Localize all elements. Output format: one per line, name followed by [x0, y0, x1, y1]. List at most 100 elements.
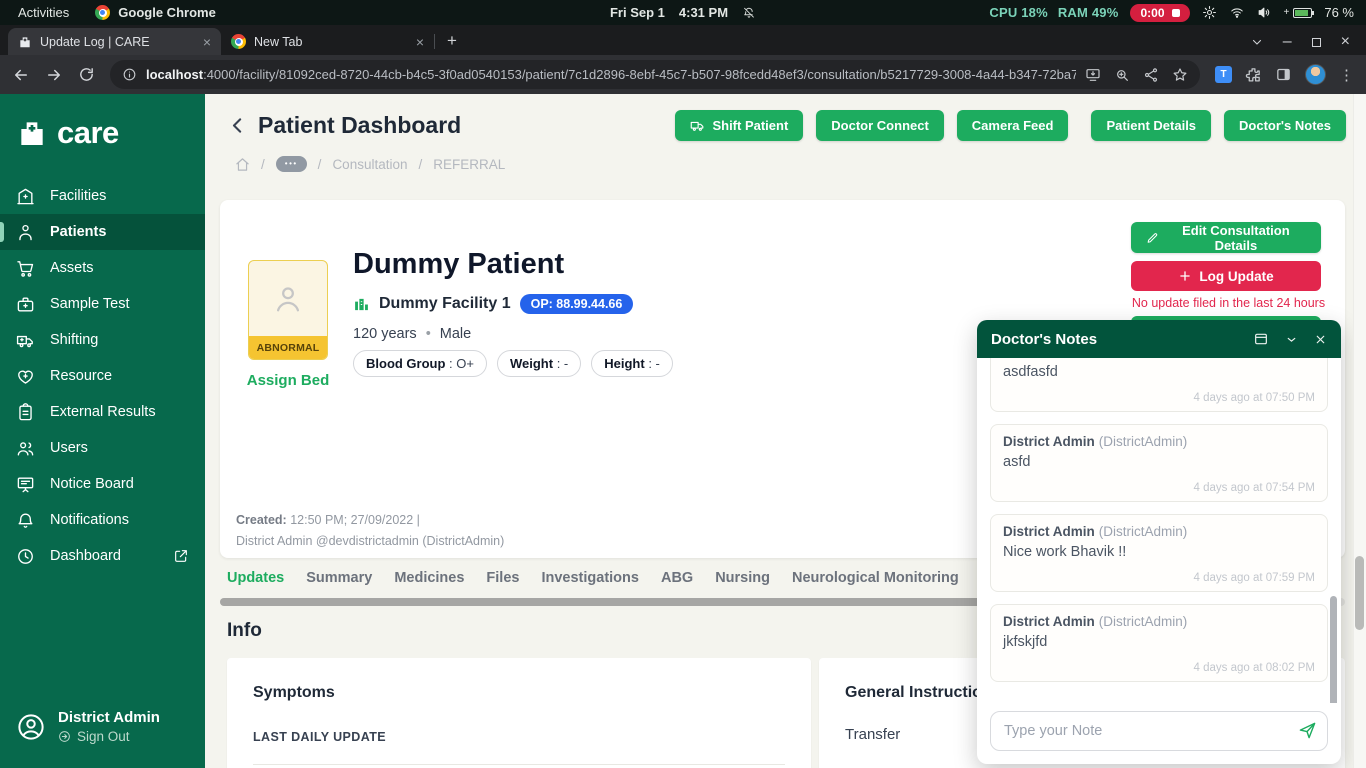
breadcrumb-ellipsis[interactable]: •••: [276, 156, 307, 172]
warning-text: No update filed in the last 24 hours: [1132, 296, 1325, 310]
collapse-chevron-icon[interactable]: [1285, 333, 1298, 346]
address-bar[interactable]: localhost:4000/facility/81092ced-8720-44…: [110, 60, 1200, 89]
tab-abg[interactable]: ABG: [661, 570, 693, 586]
tab-neurological-monitoring[interactable]: Neurological Monitoring: [792, 570, 959, 586]
edit-consultation-button[interactable]: Edit Consultation Details: [1131, 222, 1321, 253]
site-info-icon[interactable]: [122, 67, 137, 82]
install-app-icon[interactable]: [1085, 67, 1101, 83]
sidebar-item-notice-board[interactable]: Notice Board: [0, 466, 205, 502]
screen-recording-indicator[interactable]: 0:00: [1130, 4, 1189, 22]
notes-message-list[interactable]: asdfasfd 4 days ago at 07:50 PM District…: [977, 358, 1341, 703]
breadcrumb-separator: /: [261, 157, 265, 172]
care-logo[interactable]: care: [0, 94, 205, 152]
log-update-button[interactable]: Log Update: [1131, 261, 1321, 291]
note-text: asdfasfd: [1003, 364, 1315, 380]
sidebar-item-sample-test[interactable]: Sample Test: [0, 286, 205, 322]
reload-button[interactable]: [78, 66, 95, 83]
shift-patient-button[interactable]: Shift Patient: [675, 110, 803, 141]
recording-time: 0:00: [1140, 6, 1164, 20]
scrollbar-thumb[interactable]: [220, 598, 1053, 606]
translate-icon[interactable]: T: [1215, 66, 1232, 83]
send-note-icon[interactable]: [1298, 721, 1317, 740]
op-number-badge: OP: 88.99.44.66: [520, 294, 634, 314]
doctors-notes-header[interactable]: Doctor's Notes: [977, 320, 1341, 358]
info-heading: Info: [227, 620, 262, 642]
doctor-connect-button[interactable]: Doctor Connect: [816, 110, 944, 141]
doctors-notes-button[interactable]: Doctor's Notes: [1224, 110, 1346, 141]
sidebar-item-shifting[interactable]: Shifting: [0, 322, 205, 358]
extensions-puzzle-icon[interactable]: [1245, 66, 1262, 83]
battery-icon[interactable]: [1293, 8, 1312, 18]
network-icon[interactable]: [1229, 6, 1245, 20]
sidebar-item-patients[interactable]: Patients: [0, 214, 205, 250]
share-icon[interactable]: [1143, 67, 1159, 83]
sidebar-item-notifications[interactable]: Notifications: [0, 502, 205, 538]
clock[interactable]: Fri Sep 1 4:31 PM: [610, 5, 756, 20]
tab-investigations[interactable]: Investigations: [541, 570, 639, 586]
sidebar-item-label: External Results: [50, 404, 156, 420]
page-vertical-scrollbar[interactable]: [1353, 94, 1366, 768]
back-chevron-button[interactable]: [227, 115, 248, 136]
breadcrumb: / ••• / Consultation / REFERRAL: [235, 156, 505, 172]
bookmark-star-icon[interactable]: [1172, 67, 1188, 83]
focused-app[interactable]: Google Chrome: [95, 5, 216, 20]
window-maximize-button[interactable]: [1312, 38, 1321, 47]
medical-case-icon: [16, 295, 35, 314]
sign-out-button[interactable]: Sign Out: [58, 729, 160, 744]
breadcrumb-consultation[interactable]: Consultation: [332, 157, 407, 172]
expand-window-icon[interactable]: [1253, 331, 1269, 347]
window-minimize-button[interactable]: –: [1283, 33, 1292, 51]
breadcrumb-separator: /: [318, 157, 322, 172]
clock-date: Fri Sep 1: [610, 5, 665, 20]
sidebar-item-dashboard[interactable]: Dashboard: [0, 538, 205, 574]
home-icon[interactable]: [235, 157, 250, 172]
tab-summary[interactable]: Summary: [306, 570, 372, 586]
sidebar: care Facilities Patients Assets Sample: [0, 94, 205, 768]
tab-new-tab[interactable]: New Tab ×: [221, 28, 434, 55]
camera-feed-button[interactable]: Camera Feed: [957, 110, 1069, 141]
tab-close-icon[interactable]: ×: [203, 34, 211, 50]
notes-scrollbar-thumb[interactable]: [1330, 596, 1337, 703]
system-monitor[interactable]: CPU 18% RAM 49%: [989, 5, 1118, 20]
menu-dots-icon[interactable]: ⋮: [1339, 66, 1354, 84]
button-label: Patient Details: [1106, 118, 1196, 133]
sidebar-item-external-results[interactable]: External Results: [0, 394, 205, 430]
tab-nursing[interactable]: Nursing: [715, 570, 770, 586]
chip-value: : O+: [445, 356, 474, 371]
settings-gear-icon[interactable]: [1202, 5, 1217, 20]
volume-icon[interactable]: [1257, 5, 1272, 20]
sidebar-item-users[interactable]: Users: [0, 430, 205, 466]
profile-avatar[interactable]: [1305, 64, 1326, 85]
main-content: Patient Dashboard Shift Patient Doctor C…: [205, 94, 1366, 768]
scrollbar-thumb[interactable]: [1355, 556, 1364, 630]
close-icon[interactable]: [1314, 333, 1327, 346]
tab-files[interactable]: Files: [486, 570, 519, 586]
url-text[interactable]: localhost:4000/facility/81092ced-8720-44…: [146, 67, 1076, 82]
back-button[interactable]: [12, 66, 30, 84]
sidebar-item-resource[interactable]: Resource: [0, 358, 205, 394]
activities-button[interactable]: Activities: [18, 5, 69, 20]
zoom-icon[interactable]: [1114, 67, 1130, 83]
tab-updates[interactable]: Updates: [227, 570, 284, 586]
button-label: Log Update: [1199, 269, 1273, 284]
breadcrumb-referral[interactable]: REFERRAL: [433, 157, 505, 172]
tab-search-chevron-icon[interactable]: [1251, 36, 1263, 48]
new-tab-button[interactable]: +: [435, 31, 469, 55]
patient-details-button[interactable]: Patient Details: [1091, 110, 1211, 141]
note-message: asdfasfd 4 days ago at 07:50 PM: [990, 358, 1328, 412]
tab-medicines[interactable]: Medicines: [394, 570, 464, 586]
dot-separator: •: [426, 326, 431, 342]
assign-bed-link[interactable]: Assign Bed: [238, 372, 338, 389]
side-panel-icon[interactable]: [1275, 66, 1292, 83]
sidebar-item-facilities[interactable]: Facilities: [0, 178, 205, 214]
patient-age: 120 years: [353, 326, 417, 342]
window-close-button[interactable]: ×: [1341, 33, 1350, 51]
forward-button[interactable]: [45, 66, 63, 84]
note-input[interactable]: [990, 711, 1328, 751]
sidebar-item-assets[interactable]: Assets: [0, 250, 205, 286]
sidebar-user-block[interactable]: District Admin Sign Out: [0, 709, 205, 768]
note-author: District Admin: [1003, 434, 1095, 449]
tab-close-icon[interactable]: ×: [416, 34, 424, 50]
tab-update-log-care[interactable]: Update Log | CARE ×: [8, 28, 221, 55]
status-badge: ABNORMAL: [249, 336, 327, 359]
